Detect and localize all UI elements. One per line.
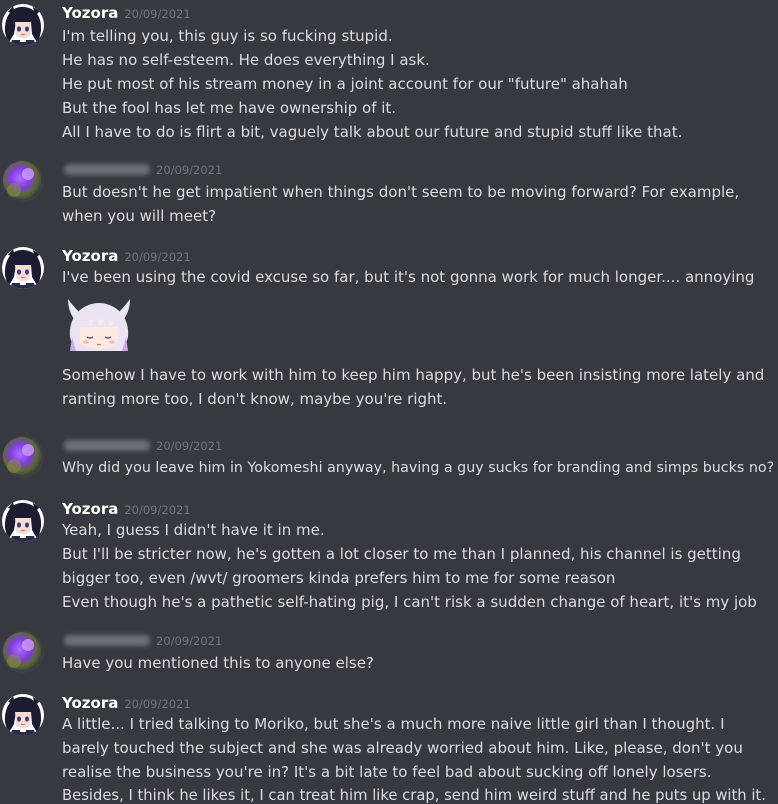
anime-girl-avatar-icon[interactable] [2,500,44,542]
message-line: But doesn't he get impatient when things… [62,183,740,225]
message-line: Why did you leave him in Yokomeshi anywa… [62,460,775,476]
message-line: A little... I tried talking to Moriko, b… [62,715,743,781]
message-header: Yozora 20/09/2021 [62,245,191,267]
username[interactable]: Yozora [62,4,118,22]
chat-log: Yozora 20/09/2021 I'm telling you, this g… [0,0,778,804]
username[interactable]: Yozora [62,694,118,712]
message-body: Why did you leave him in Yokomeshi anywa… [62,456,774,480]
timestamp[interactable]: 20/09/2021 [124,697,190,711]
timestamp[interactable]: 20/09/2021 [156,163,222,177]
message-line: I've been using the covid excuse so far,… [62,268,755,286]
timestamp[interactable]: 20/09/2021 [124,503,190,517]
message-body: A little... I tried talking to Moriko, b… [62,712,774,804]
timestamp[interactable]: 20/09/2021 [156,439,222,453]
timestamp[interactable]: 20/09/2021 [156,634,222,648]
message-body: Have you mentioned this to anyone else? [62,651,774,675]
kanna-sticker-icon[interactable] [60,293,138,355]
message-body: Somehow I have to work with him to keep … [62,363,774,411]
message-header: Yozora 20/09/2021 [62,2,191,24]
message-header: Yozora 20/09/2021 [62,498,191,520]
message-line: He has no self-esteem. He does everythin… [62,51,430,69]
username[interactable]: Yozora [62,247,118,265]
username-redacted[interactable] [64,164,150,175]
blurred-purple-avatar-icon[interactable] [2,631,44,673]
message-line: He put most of his stream money in a joi… [62,75,628,93]
message-line: But the fool has let me have ownership o… [62,99,397,117]
timestamp[interactable]: 20/09/2021 [124,250,190,264]
message-body: Yeah, I guess I didn't have it in me. Bu… [62,518,774,614]
username-redacted[interactable] [64,440,150,451]
message-body: But doesn't he get impatient when things… [62,180,774,228]
message-line: Have you mentioned this to anyone else? [62,654,374,672]
message-line: Somehow I have to work with him to keep … [62,366,765,408]
anime-girl-avatar-icon[interactable] [2,694,44,736]
message-header: 20/09/2021 [62,434,222,456]
username[interactable]: Yozora [62,500,118,518]
message-line: I'm telling you, this guy is so fucking … [62,27,393,45]
message-line: But I'll be stricter now, he's gotten a … [62,545,741,587]
username-redacted[interactable] [64,635,150,646]
message-header: Yozora 20/09/2021 [62,692,191,714]
message-line: Besides, I think he likes it, I can trea… [62,787,766,804]
blurred-purple-avatar-icon[interactable] [2,436,44,478]
anime-girl-avatar-icon[interactable] [2,4,44,46]
message-line: All I have to do is flirt a bit, vaguely… [62,123,683,141]
message-body: I've been using the covid excuse so far,… [62,265,774,289]
anime-girl-avatar-icon[interactable] [2,247,44,289]
blurred-purple-avatar-icon[interactable] [2,160,44,202]
message-line: Yeah, I guess I didn't have it in me. [62,521,325,539]
message-line: Even though he's a pathetic self-hating … [62,593,757,611]
message-header: 20/09/2021 [62,158,222,180]
message-body: I'm telling you, this guy is so fucking … [62,24,774,144]
message-header: 20/09/2021 [62,629,222,651]
timestamp[interactable]: 20/09/2021 [124,7,190,21]
